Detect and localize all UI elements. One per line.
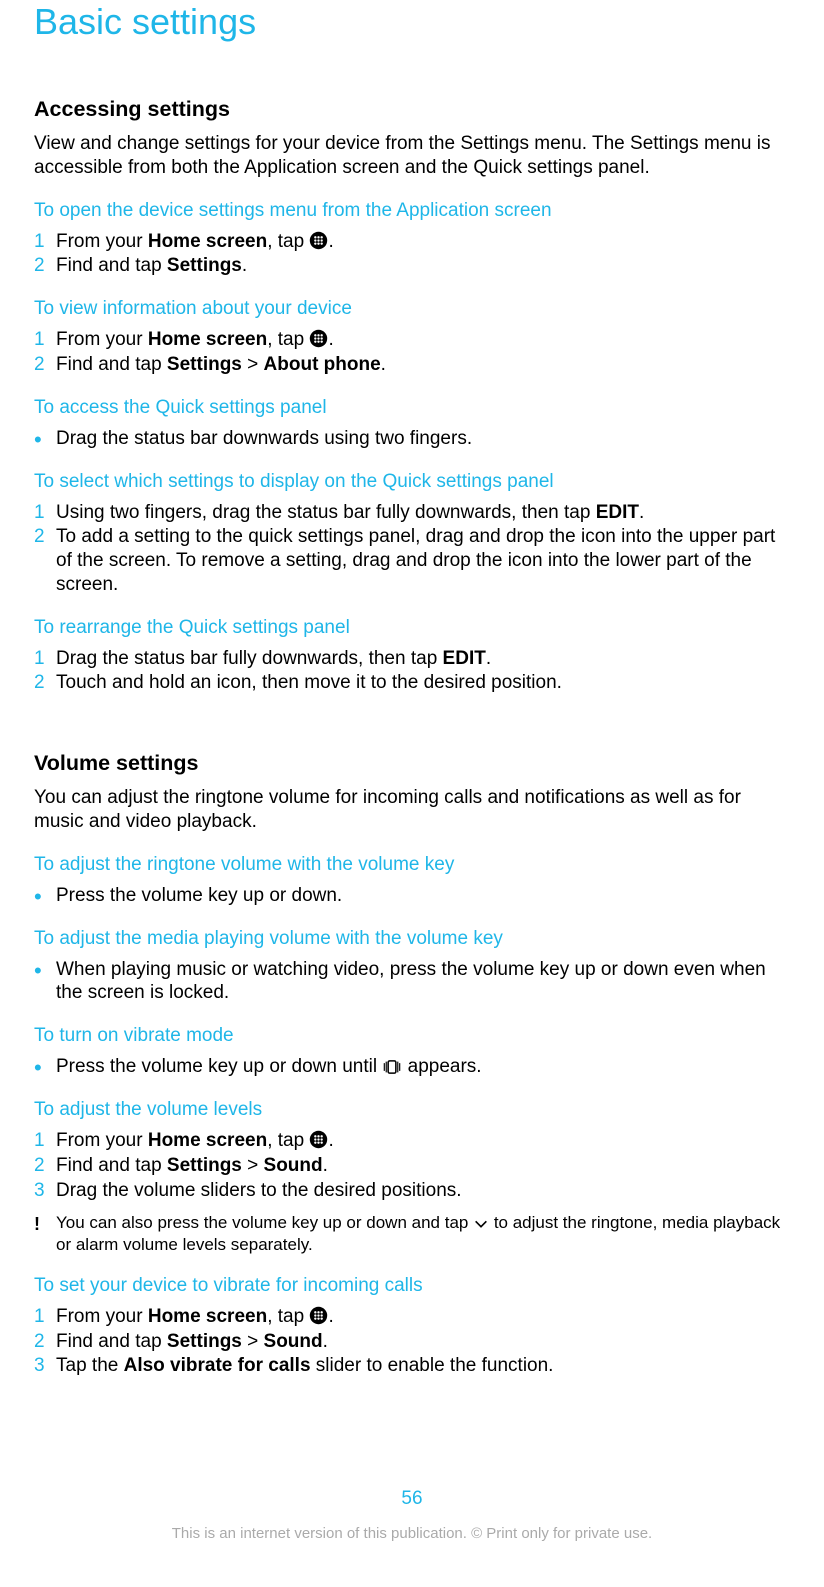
task-heading: To adjust the media playing volume with … — [34, 928, 790, 950]
step-text: Press the volume key up or down. — [56, 884, 790, 908]
step-item: 1 From your Home screen, tap . — [56, 230, 790, 254]
step-text: Find and tap Settings > Sound. — [56, 1330, 790, 1354]
steps-list: 1 Drag the status bar fully downwards, t… — [34, 647, 790, 696]
step-text: When playing music or watching video, pr… — [56, 958, 790, 1006]
step-item: • Press the volume key up or down. — [56, 884, 790, 908]
page-title: Basic settings — [34, 0, 790, 43]
steps-list: • Press the volume key up or down until … — [34, 1055, 790, 1079]
step-number: 2 — [34, 353, 56, 377]
step-item: 1 Drag the status bar fully downwards, t… — [56, 647, 790, 671]
chevron-down-icon — [473, 1217, 489, 1231]
section-heading-volume-settings: Volume settings — [34, 751, 790, 776]
step-number: 2 — [34, 254, 56, 278]
step-text: Drag the status bar downwards using two … — [56, 427, 790, 451]
steps-list: • Press the volume key up or down. — [34, 884, 790, 908]
section-body: View and change settings for your device… — [34, 132, 790, 180]
step-item: • When playing music or watching video, … — [56, 958, 790, 1006]
section-body: You can adjust the ringtone volume for i… — [34, 786, 790, 834]
step-number: 1 — [34, 230, 56, 254]
step-item: 2 Find and tap Settings > About phone. — [56, 353, 790, 377]
step-text: Touch and hold an icon, then move it to … — [56, 671, 790, 695]
note-text: You can also press the volume key up or … — [56, 1212, 790, 1255]
footer-disclaimer: This is an internet version of this publ… — [0, 1525, 824, 1542]
step-text: Find and tap Settings > Sound. — [56, 1154, 790, 1178]
steps-list: • Drag the status bar downwards using tw… — [34, 427, 790, 451]
step-number: 2 — [34, 1154, 56, 1178]
step-number: 1 — [34, 1129, 56, 1153]
task-heading: To select which settings to display on t… — [34, 471, 790, 493]
step-item: 1 From your Home screen, tap . — [56, 1129, 790, 1153]
step-number: 3 — [34, 1354, 56, 1378]
step-number: 1 — [34, 501, 56, 525]
step-item: 3 Drag the volume sliders to the desired… — [56, 1179, 790, 1203]
task-heading: To turn on vibrate mode — [34, 1025, 790, 1047]
step-item: 2 To add a setting to the quick settings… — [56, 525, 790, 596]
bullet-icon: • — [34, 1055, 56, 1079]
bullet-icon: • — [34, 427, 56, 451]
step-text: Find and tap Settings. — [56, 254, 790, 278]
page-number: 56 — [0, 1488, 824, 1510]
step-text: Find and tap Settings > About phone. — [56, 353, 790, 377]
task-heading: To rearrange the Quick settings panel — [34, 617, 790, 639]
apps-grid-icon — [309, 231, 328, 250]
note-item: ! You can also press the volume key up o… — [56, 1212, 790, 1255]
step-text: Tap the Also vibrate for calls slider to… — [56, 1354, 790, 1378]
step-text: Press the volume key up or down until ap… — [56, 1055, 790, 1079]
step-text: To add a setting to the quick settings p… — [56, 525, 790, 596]
apps-grid-icon — [309, 1306, 328, 1325]
step-item: 2 Find and tap Settings. — [56, 254, 790, 278]
steps-list: 1 From your Home screen, tap . 2 Find an… — [34, 1129, 790, 1255]
step-item: • Drag the status bar downwards using tw… — [56, 427, 790, 451]
task-heading: To access the Quick settings panel — [34, 397, 790, 419]
steps-list: 1 From your Home screen, tap . 2 Find an… — [34, 328, 790, 377]
steps-list: • When playing music or watching video, … — [34, 958, 790, 1006]
vibrate-icon — [382, 1059, 402, 1075]
steps-list: 1 Using two fingers, drag the status bar… — [34, 501, 790, 597]
step-text: From your Home screen, tap . — [56, 230, 790, 254]
step-number: 2 — [34, 671, 56, 695]
step-text: Using two fingers, drag the status bar f… — [56, 501, 790, 525]
step-text: From your Home screen, tap . — [56, 1129, 790, 1153]
info-icon: ! — [34, 1212, 56, 1236]
steps-list: 1 From your Home screen, tap . 2 Find an… — [34, 230, 790, 279]
step-item: 2 Find and tap Settings > Sound. — [56, 1330, 790, 1354]
step-number: 3 — [34, 1179, 56, 1203]
task-heading: To adjust the ringtone volume with the v… — [34, 854, 790, 876]
step-number: 2 — [34, 525, 56, 549]
step-item: 3 Tap the Also vibrate for calls slider … — [56, 1354, 790, 1378]
step-item: 1 From your Home screen, tap . — [56, 328, 790, 352]
step-number: 1 — [34, 1305, 56, 1329]
step-item: 2 Touch and hold an icon, then move it t… — [56, 671, 790, 695]
step-item: • Press the volume key up or down until … — [56, 1055, 790, 1079]
step-number: 1 — [34, 328, 56, 352]
task-heading: To adjust the volume levels — [34, 1099, 790, 1121]
step-text: Drag the status bar fully downwards, the… — [56, 647, 790, 671]
step-number: 2 — [34, 1330, 56, 1354]
apps-grid-icon — [309, 1130, 328, 1149]
step-item: 1 From your Home screen, tap . — [56, 1305, 790, 1329]
steps-list: 1 From your Home screen, tap . 2 Find an… — [34, 1305, 790, 1378]
step-text: From your Home screen, tap . — [56, 1305, 790, 1329]
bullet-icon: • — [34, 884, 56, 908]
step-item: 1 Using two fingers, drag the status bar… — [56, 501, 790, 525]
step-text: Drag the volume sliders to the desired p… — [56, 1179, 790, 1203]
apps-grid-icon — [309, 329, 328, 348]
section-heading-accessing-settings: Accessing settings — [34, 97, 790, 122]
task-heading: To view information about your device — [34, 298, 790, 320]
step-number: 1 — [34, 647, 56, 671]
manual-page: Basic settings Accessing settings View a… — [0, 0, 824, 1560]
task-heading: To set your device to vibrate for incomi… — [34, 1275, 790, 1297]
step-text: From your Home screen, tap . — [56, 328, 790, 352]
step-item: 2 Find and tap Settings > Sound. — [56, 1154, 790, 1178]
task-heading: To open the device settings menu from th… — [34, 200, 790, 222]
bullet-icon: • — [34, 958, 56, 982]
